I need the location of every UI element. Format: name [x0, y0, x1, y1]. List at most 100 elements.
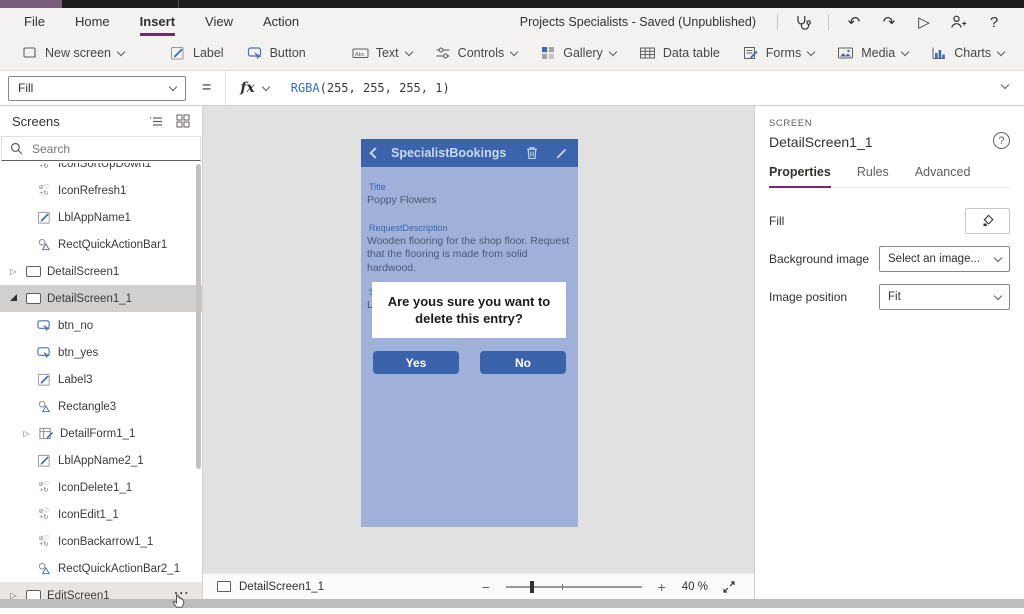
tab-advanced[interactable]: Advanced: [915, 165, 971, 187]
tree-item-rectangle3[interactable]: Rectangle3: [0, 393, 202, 420]
data-table-button[interactable]: Data table: [639, 45, 720, 61]
chevron-down-icon: [404, 47, 412, 55]
tree-item-rectquickactionbar1[interactable]: RectQuickActionBar1: [0, 231, 202, 258]
undo-icon[interactable]: ↶: [844, 13, 864, 31]
screen-icon: [24, 587, 42, 599]
gallery-dropdown[interactable]: Gallery: [540, 45, 616, 61]
screen-icon: [217, 581, 231, 592]
zoom-slider[interactable]: [506, 586, 642, 588]
form-control-icon: [37, 425, 55, 442]
chevron-down-icon: [117, 47, 125, 55]
tree-item-iconrefresh1[interactable]: ⊘♡+↻ IconRefresh1: [0, 177, 202, 204]
app-screen-preview[interactable]: SpecialistBookings Title Poppy Flowers R…: [361, 139, 578, 527]
zoom-out-button[interactable]: −: [480, 579, 492, 595]
screen-icon: [24, 290, 42, 307]
menu-file[interactable]: File: [24, 8, 45, 36]
panel-tabs: Properties Rules Advanced: [769, 165, 1010, 188]
svg-text:Abc: Abc: [355, 52, 365, 58]
titlebar-divider: [178, 0, 179, 8]
label-button[interactable]: Label: [170, 45, 224, 61]
canvas-bottom-bar: DetailScreen1_1 − + 40 %: [203, 573, 754, 599]
yes-button[interactable]: Yes: [373, 351, 459, 374]
image-position-select[interactable]: Fit: [879, 284, 1010, 310]
menu-home[interactable]: Home: [75, 8, 110, 36]
tree-item-detailscreen1-1[interactable]: DetailScreen1_1: [0, 285, 202, 312]
play-icon[interactable]: ▷: [914, 13, 934, 31]
new-screen-button[interactable]: New screen: [22, 45, 124, 61]
share-person-icon[interactable]: [949, 14, 969, 30]
tree-scrollbar[interactable]: [196, 164, 201, 469]
divider: [777, 14, 778, 30]
chevron-collapsed-icon[interactable]: ▷: [8, 267, 19, 276]
charts-dropdown[interactable]: Charts: [931, 45, 1004, 61]
equals-sign: =: [202, 79, 211, 97]
search-icon: [10, 142, 23, 155]
menu-view[interactable]: View: [205, 8, 233, 36]
formula-bar: Fill = fx RGBA(255, 255, 255, 1): [0, 71, 1024, 106]
app-header-title: SpecialistBookings: [391, 146, 506, 160]
chevron-collapsed-icon[interactable]: ▷: [21, 429, 32, 438]
fit-to-window-icon[interactable]: [722, 580, 736, 594]
label-control-icon: [35, 371, 53, 388]
app-header-bar[interactable]: SpecialistBookings: [361, 139, 578, 167]
tree-item-icondelete1-1[interactable]: ⊘♡+↻ IconDelete1_1: [0, 474, 202, 501]
fill-color-picker-button[interactable]: [965, 208, 1010, 234]
selected-control-name: DetailScreen1_1: [769, 134, 1010, 150]
tree-item-btn-no[interactable]: btn_no: [0, 312, 202, 339]
trash-icon[interactable]: [526, 146, 538, 160]
screens-panel: Screens ⊘♡+↻ IconSortUpDown1 ⊘♡+: [0, 106, 203, 599]
window-title-strip: [0, 0, 1024, 8]
property-label: Fill: [769, 214, 784, 228]
search-box: [1, 136, 201, 161]
tree-item-iconsortupdown1[interactable]: ⊘♡+↻ IconSortUpDown1: [0, 163, 202, 177]
formula-arguments: (255, 255, 255, 1): [320, 81, 450, 95]
tree-item-iconbackarrow1-1[interactable]: ⊘♡+↻ IconBackarrow1_1: [0, 528, 202, 555]
redo-icon[interactable]: ↷: [879, 13, 899, 31]
field-value: Poppy Flowers: [367, 194, 572, 208]
tab-properties[interactable]: Properties: [769, 165, 831, 188]
tree-item-rectquickactionbar2-1[interactable]: RectQuickActionBar2_1: [0, 555, 202, 582]
text-dropdown[interactable]: Abc Text: [352, 45, 412, 61]
search-input[interactable]: [30, 141, 150, 157]
fx-icon: fx: [240, 80, 254, 96]
formula-input[interactable]: RGBA(255, 255, 255, 1): [291, 81, 1024, 95]
help-icon[interactable]: ?: [993, 132, 1010, 149]
tree-item-lblappname2-1[interactable]: LblAppName2_1: [0, 447, 202, 474]
icon-control-icon: ⊘♡+↻: [35, 506, 53, 523]
tree-item-lblappname1[interactable]: LblAppName1: [0, 204, 202, 231]
controls-dropdown[interactable]: Controls: [435, 45, 518, 61]
insert-ribbon: New screen Label Button Abc Text Control…: [0, 36, 1024, 71]
sort-list-icon[interactable]: [149, 115, 164, 128]
app-checker-icon[interactable]: [793, 13, 813, 31]
tree-item-iconedit1-1[interactable]: ⊘♡+↻ IconEdit1_1: [0, 501, 202, 528]
button-button[interactable]: Button: [247, 45, 306, 61]
property-selector[interactable]: Fill: [8, 76, 186, 101]
property-label: Image position: [769, 290, 847, 304]
tree-item-label3[interactable]: Label3: [0, 366, 202, 393]
label-control-icon: [35, 452, 53, 469]
zoom-slider-handle[interactable]: [530, 581, 534, 593]
back-icon[interactable]: [369, 147, 380, 158]
menu-insert[interactable]: Insert: [140, 8, 175, 36]
tree-item-detailform1-1[interactable]: ▷ DetailForm1_1: [0, 420, 202, 447]
tab-rules[interactable]: Rules: [857, 165, 889, 187]
media-dropdown[interactable]: Media: [837, 45, 908, 61]
zoom-in-button[interactable]: +: [656, 579, 668, 595]
help-icon[interactable]: ?: [984, 14, 1004, 31]
icon-control-icon: ⊘♡+↻: [35, 479, 53, 496]
tree-item-detailscreen1[interactable]: ▷ DetailScreen1: [0, 258, 202, 285]
tree-item-btn-yes[interactable]: btn_yes: [0, 339, 202, 366]
background-image-select[interactable]: Select an image...: [879, 246, 1010, 272]
chevron-collapsed-icon[interactable]: ▷: [8, 591, 19, 599]
menu-action[interactable]: Action: [263, 8, 299, 36]
chevron-down-icon: [997, 47, 1005, 55]
grid-view-icon[interactable]: [176, 114, 190, 128]
shape-control-icon: [35, 236, 53, 253]
edit-pencil-icon[interactable]: [555, 147, 568, 160]
design-canvas[interactable]: SpecialistBookings Title Poppy Flowers R…: [203, 106, 754, 599]
divider: [828, 14, 829, 30]
fx-dropdown[interactable]: fx: [225, 71, 282, 105]
chevron-expanded-icon[interactable]: [8, 294, 19, 303]
no-button[interactable]: No: [480, 351, 566, 374]
forms-dropdown[interactable]: Forms: [743, 45, 814, 61]
